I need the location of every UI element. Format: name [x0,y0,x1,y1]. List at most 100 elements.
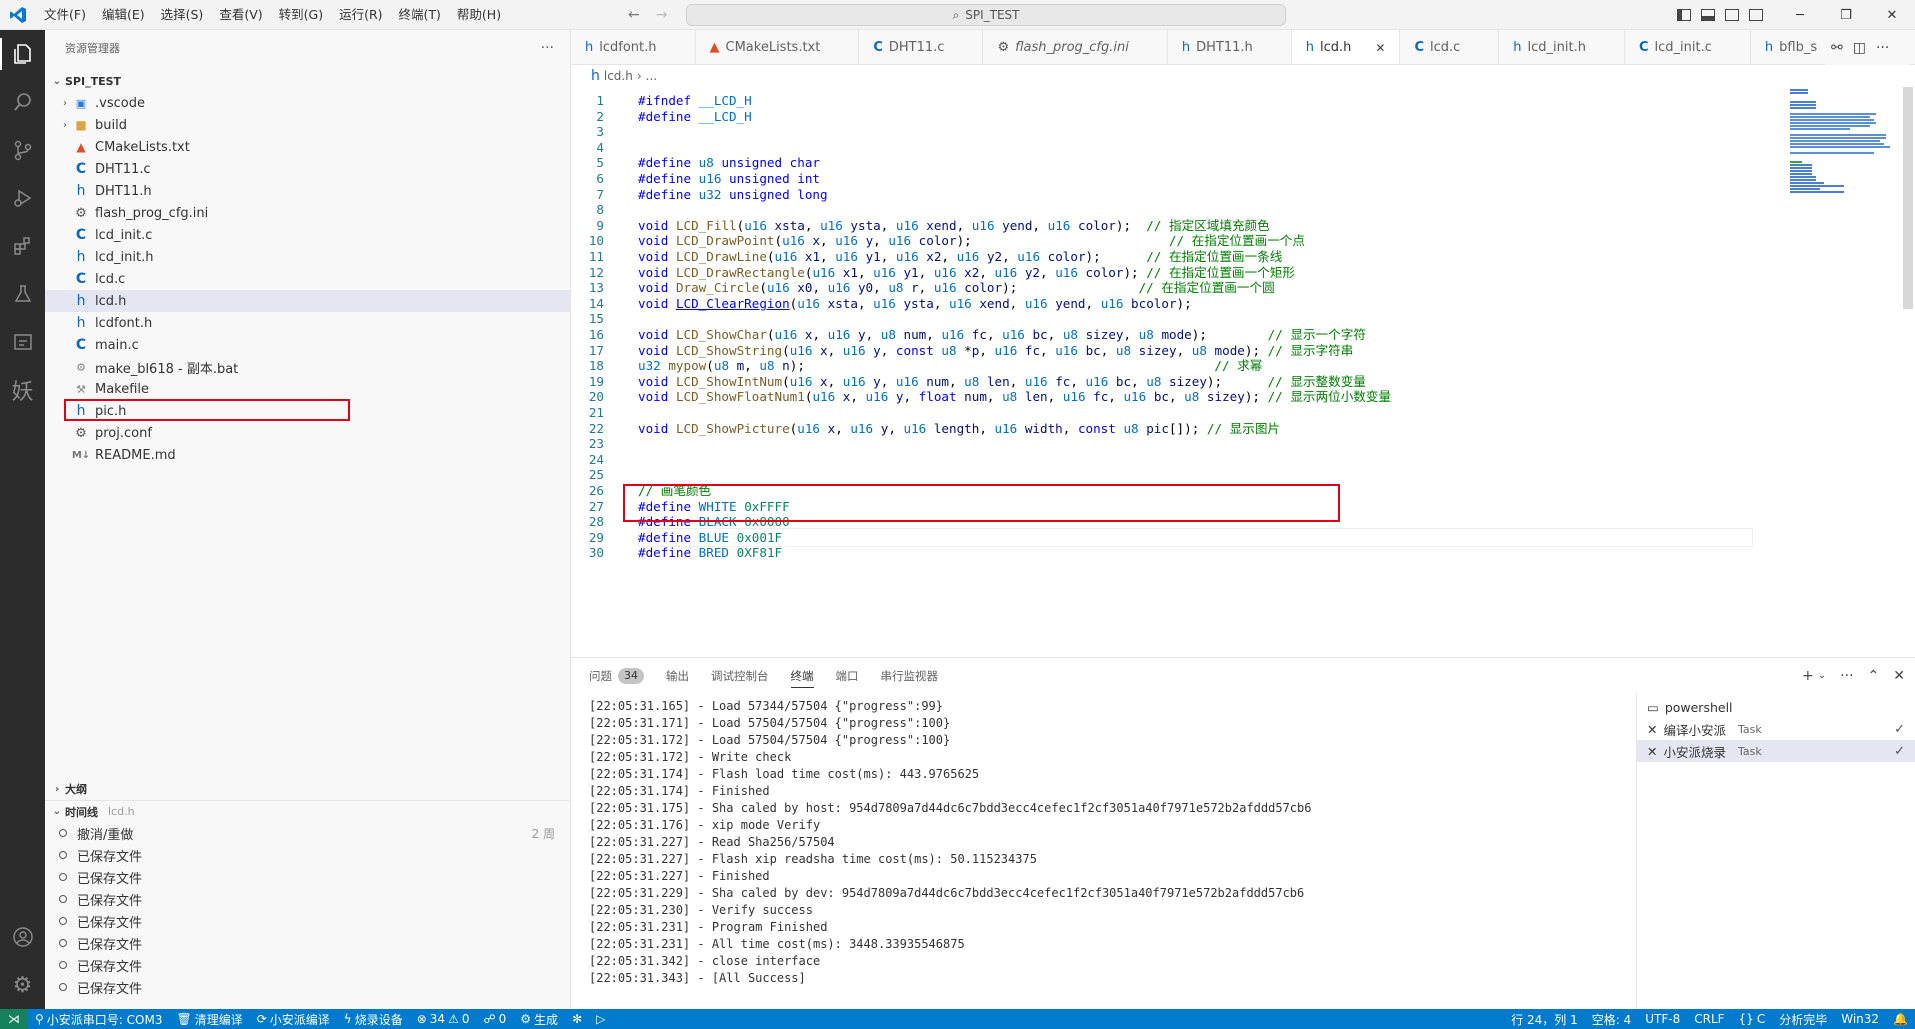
generate-button[interactable]: ⚙ 生成 [513,1011,565,1028]
timeline-item[interactable]: 已保存文件 [45,844,571,866]
platform[interactable]: Win32 [1834,1012,1886,1026]
editor-tab[interactable]: Clcd.c [1400,30,1500,64]
end-of-line[interactable]: CRLF [1687,1012,1731,1026]
editor-tab[interactable]: C DHT11.c [859,30,984,64]
plugin-yao-icon[interactable]: 妖 [0,366,45,414]
menu-item[interactable]: 查看(V) [211,0,270,30]
new-terminal-icon[interactable]: + [1802,668,1814,684]
file-tree-item[interactable]: ⚒ Makefile [45,378,570,400]
close-panel-icon[interactable]: ✕ [1893,668,1905,684]
toggle-panel-icon[interactable] [1701,9,1715,21]
panel-tab[interactable]: 问题 34 [589,658,644,693]
timeline-item[interactable]: 已保存文件 [45,954,571,976]
file-tree-item[interactable]: Clcd.c [45,268,570,290]
more-actions-icon[interactable]: ··· [1876,40,1889,56]
file-tree-item[interactable]: Cmain.c [45,334,570,356]
timeline-item[interactable]: 撤消/重做 2 周 [45,822,571,844]
analysis-status[interactable]: 分析完毕 [1772,1011,1834,1028]
editor-tab[interactable]: ⚙ flash_prog_cfg.ini [983,30,1168,64]
menu-item[interactable]: 文件(F) [36,0,94,30]
menu-item[interactable]: 转到(G) [271,0,331,30]
menu-item[interactable]: 编辑(E) [94,0,153,30]
open-changes-icon[interactable]: ⚯ [1831,40,1843,56]
outline-section[interactable]: › 大纲 [45,778,571,800]
clean-build-button[interactable]: 🗑 清理编译 [169,1011,249,1028]
maximize-button[interactable]: ❐ [1823,0,1869,30]
back-arrow-icon[interactable]: ← [628,7,640,23]
code-editor[interactable]: 1 #ifndef __LCD_H 2 #define __LCD_H 3 4 5 #defi… [571,87,1915,657]
file-tree-item[interactable]: h lcd_init.h [45,246,570,268]
file-tree-item[interactable]: ⚙ make_bl618 - 副本.bat [45,356,570,378]
editor-scrollbar[interactable] [1903,87,1913,309]
toggle-secondary-sidebar-icon[interactable] [1725,9,1739,21]
file-tree-item[interactable]: ⚙ flash_prog_cfg.ini [45,202,570,224]
remote-icon[interactable]: ⋊ [0,1009,28,1029]
ports-status[interactable]: ☍ 0 [476,1012,513,1026]
file-tree-item[interactable]: h lcd.h [45,290,570,312]
file-tree-item[interactable]: › ■ build [45,114,570,136]
panel-tab[interactable]: 调试控制台 [711,658,769,693]
file-tree-item[interactable]: h DHT11.h [45,180,570,202]
remote-explorer-icon[interactable] [0,318,45,366]
split-editor-icon[interactable]: ◫ [1853,40,1866,56]
run-debug-icon[interactable] [0,174,45,222]
build-button[interactable]: ⟳ 小安派编译 [250,1011,337,1028]
timeline-item[interactable]: 已保存文件 [45,910,571,932]
timeline-item[interactable]: 已保存文件 [45,976,571,998]
panel-tab[interactable]: 串行监视器 [881,658,939,693]
toggle-sidebar-icon[interactable] [1677,9,1691,21]
file-tree-item[interactable]: M↓ README.md [45,444,570,466]
menu-item[interactable]: 帮助(H) [449,0,509,30]
customize-layout-icon[interactable] [1749,9,1763,21]
terminal-instance[interactable]: ✕ 编译小安派 Task ✓ [1637,718,1915,740]
breadcrumb-symbol[interactable]: ... [646,69,657,83]
timeline-section[interactable]: ⌄ 时间线 lcd.h [45,800,571,822]
file-tree-item[interactable]: ⚙ proj.conf [45,422,570,444]
panel-tab[interactable]: 端口 [836,658,859,693]
terminal-output[interactable]: [22:05:31.165] - Load 57344/57504 {"prog… [589,698,1629,998]
encoding[interactable]: UTF-8 [1638,1012,1687,1026]
account-icon[interactable] [0,913,45,961]
close-window-button[interactable]: ✕ [1869,0,1915,30]
timeline-item[interactable]: 已保存文件 [45,866,571,888]
testing-flask-icon[interactable] [0,270,45,318]
timeline-item[interactable]: 已保存文件 [45,932,571,954]
chevron-down-icon[interactable]: ⌄ [1818,670,1826,681]
file-tree-item[interactable]: C DHT11.c [45,158,570,180]
editor-tab[interactable]: h DHT11.h [1168,30,1292,64]
extensions-icon[interactable] [0,222,45,270]
cursor-position[interactable]: 行 24，列 1 [1504,1011,1585,1028]
file-tree-item[interactable]: h lcdfont.h [45,312,570,334]
run-play-icon[interactable]: ▷ [589,1012,612,1026]
search-icon[interactable] [0,78,45,126]
indentation[interactable]: 空格: 4 [1585,1011,1639,1028]
command-center-search[interactable]: ⌕ SPI_TEST [686,4,1286,26]
serial-port-status[interactable]: ⚲ 小安派串口号: COM3 [28,1011,169,1028]
project-folder-header[interactable]: ⌄ SPI_TEST [45,70,570,92]
menu-item[interactable]: 选择(S) [153,0,212,30]
maximize-panel-icon[interactable]: ⌃ [1868,668,1880,684]
language-mode[interactable]: {} C [1732,1012,1773,1026]
terminal-instance[interactable]: ▭ powershell [1637,696,1915,718]
notifications-bell-icon[interactable]: 🔔 [1886,1012,1915,1026]
editor-tab[interactable]: h lcdfont.h [571,30,696,64]
editor-tab[interactable]: h lcd.h ✕ [1291,30,1401,64]
more-actions-icon[interactable]: ··· [541,40,554,56]
problems-status[interactable]: ⊗ 34 ⚠ 0 [410,1012,477,1026]
file-tree-item[interactable]: › ▣ .vscode [45,92,570,114]
breadcrumb-file[interactable]: lcd.h [604,69,633,83]
menu-item[interactable]: 运行(R) [331,0,390,30]
editor-tab[interactable]: Clcd_init.c [1625,30,1751,64]
terminal-instance[interactable]: ✕ 小安派烧录 Task ✓ [1637,740,1915,762]
debug-bug-icon[interactable]: ✻ [565,1012,589,1026]
flash-device-button[interactable]: ϟ 烧录设备 [337,1011,410,1028]
more-actions-icon[interactable]: ··· [1840,668,1853,684]
forward-arrow-icon[interactable]: → [656,7,668,23]
explorer-icon[interactable] [0,30,45,78]
close-tab-icon[interactable]: ✕ [1375,41,1385,55]
panel-tab[interactable]: 终端 [790,658,814,693]
minimap[interactable] [1790,87,1900,197]
settings-gear-icon[interactable]: ⚙ [0,961,45,1009]
editor-tab[interactable]: h lcd_init.h [1499,30,1625,64]
editor-tab[interactable]: ▲ CMakeLists.txt [696,30,860,64]
